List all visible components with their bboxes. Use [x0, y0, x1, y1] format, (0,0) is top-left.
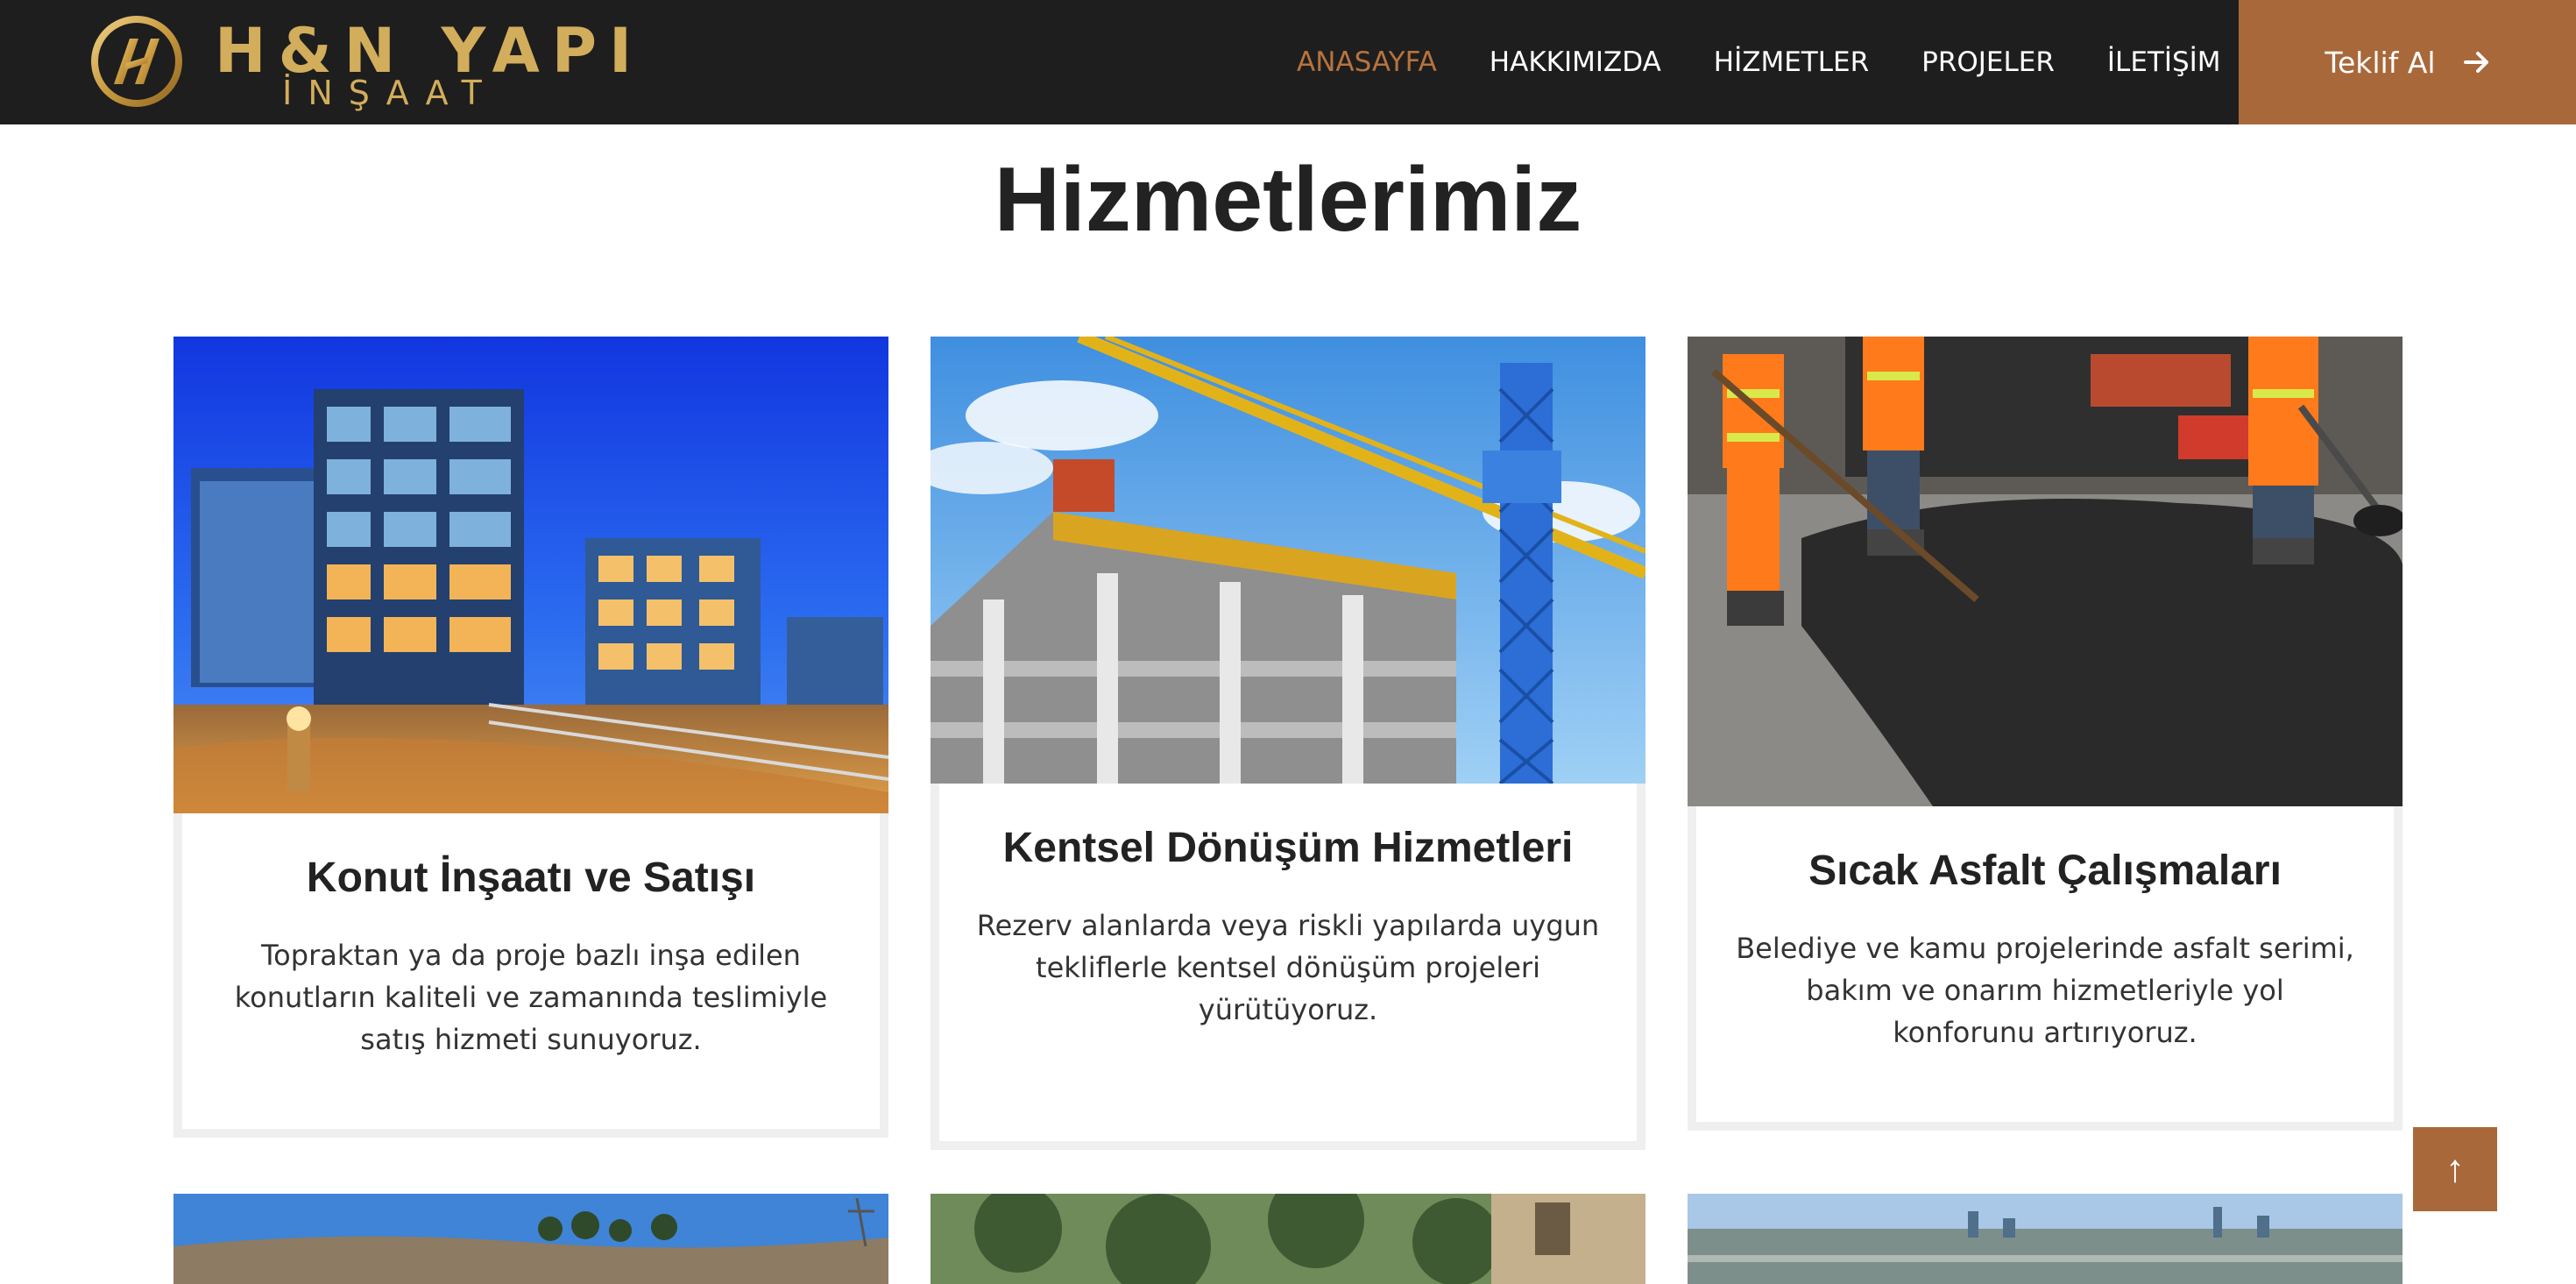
nav-item-iletisim[interactable]: İLETİŞİM: [2107, 46, 2221, 78]
residential-buildings-night-image: [173, 337, 888, 813]
section-title: Hizmetlerimiz: [994, 149, 1582, 251]
nav-item-anasayfa[interactable]: ANASAYFA: [1297, 46, 1437, 78]
brand-logo[interactable]: H&N YAPI İNŞAAT: [88, 12, 632, 110]
brand-subtitle: İNŞAAT: [282, 74, 498, 112]
service-card[interactable]: Sıcak Asfalt Çalışmaları Belediye ve kam…: [1688, 337, 2403, 1131]
service-card-image-partial: [1688, 1194, 2403, 1284]
service-card-text: Rezerv alanlarda veya riskli yapılarda u…: [976, 909, 1600, 1026]
service-card-title: Sıcak Asfalt Çalışmaları: [1808, 848, 2282, 894]
construction-crane-image: [931, 337, 1645, 784]
service-card-title: Kentsel Dönüşüm Hizmetleri: [1002, 825, 1574, 871]
asphalt-paving-workers-image: [1688, 337, 2403, 806]
service-card[interactable]: Konut İnşaatı ve Satışı Topraktan ya da …: [173, 337, 888, 1138]
service-card-title: Konut İnşaatı ve Satışı: [306, 855, 756, 901]
nav-item-hizmetler[interactable]: HİZMETLER: [1714, 46, 1869, 78]
service-card-image-partial: [173, 1194, 888, 1284]
quote-button-label: Teklif Al: [2325, 45, 2436, 80]
arrow-up-icon: ↑: [2445, 1147, 2465, 1190]
hn-monogram-icon: [91, 16, 182, 107]
main-nav: ANASAYFA HAKKIMIZDA HİZMETLER PROJELER İ…: [1297, 0, 2274, 124]
nav-item-projeler[interactable]: PROJELER: [1921, 46, 2055, 78]
scroll-to-top-button[interactable]: ↑: [2413, 1127, 2497, 1211]
quote-button[interactable]: Teklif Al: [2239, 0, 2576, 124]
service-card[interactable]: Kentsel Dönüşüm Hizmetleri Rezerv alanla…: [931, 337, 1645, 1150]
service-card-image-partial: [931, 1194, 1645, 1284]
nav-item-hakkimizda[interactable]: HAKKIMIZDA: [1490, 46, 1661, 78]
site-header: H&N YAPI İNŞAAT ANASAYFA HAKKIMIZDA HİZM…: [0, 0, 2576, 124]
arrow-right-icon: [2463, 52, 2488, 73]
service-card-text: Belediye ve kamu projelerinde asfalt ser…: [1736, 932, 2354, 1049]
service-card-text: Topraktan ya da proje bazlı inşa edilen …: [234, 939, 828, 1056]
